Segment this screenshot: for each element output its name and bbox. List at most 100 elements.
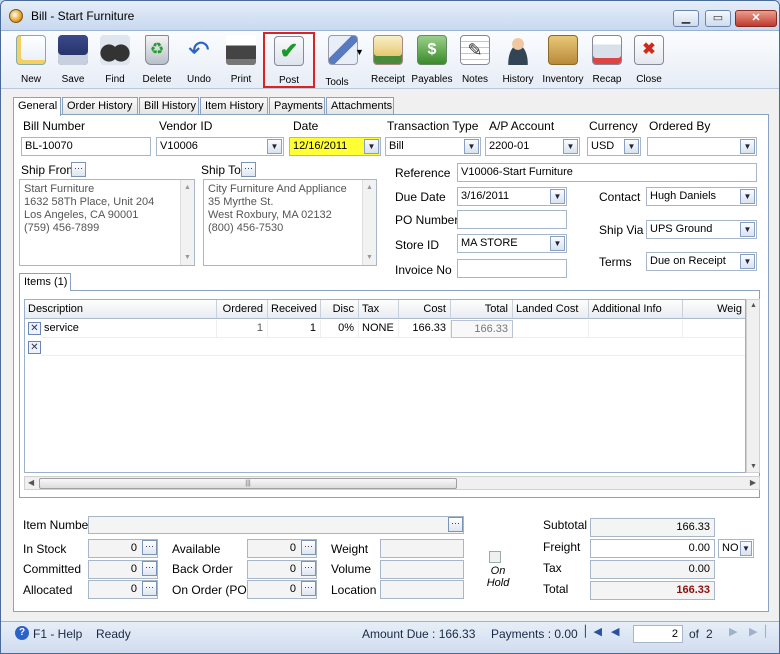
- invoice-no-field[interactable]: [457, 259, 567, 278]
- help-icon[interactable]: ?: [15, 626, 29, 640]
- in-stock-ellipsis-button[interactable]: ···: [142, 540, 157, 555]
- next-record-icon[interactable]: ▶: [729, 625, 737, 638]
- print-button[interactable]: Print: [221, 33, 261, 87]
- ship-from-address[interactable]: Start Furniture 1632 58Th Place, Unit 20…: [19, 179, 195, 266]
- ship-to-ellipsis-button[interactable]: ···: [241, 162, 256, 177]
- column-landed-cost[interactable]: Landed Cost: [513, 300, 589, 319]
- allocated-ellipsis-button[interactable]: ···: [142, 581, 157, 596]
- column-weight[interactable]: Weig: [683, 300, 745, 319]
- column-ordered[interactable]: Ordered: [217, 300, 268, 319]
- on-order-ellipsis-button[interactable]: ···: [301, 581, 316, 596]
- terms-dropdown-icon[interactable]: ▼: [740, 254, 755, 269]
- cell-description[interactable]: service: [41, 320, 217, 338]
- store-id-dropdown-icon[interactable]: ▼: [550, 236, 565, 251]
- inventory-button[interactable]: Inventory: [541, 33, 585, 87]
- ap-account-dropdown-icon[interactable]: ▼: [563, 139, 578, 154]
- vendor-id-dropdown-icon[interactable]: ▼: [267, 139, 282, 154]
- contact-field[interactable]: Hugh Daniels ▼: [646, 187, 757, 206]
- column-total[interactable]: Total: [451, 300, 513, 319]
- cell-cost[interactable]: 166.33: [399, 320, 451, 338]
- item-number-ellipsis-button[interactable]: ···: [448, 517, 463, 532]
- freight-flag-dropdown-icon[interactable]: ▼: [740, 541, 752, 556]
- vendor-id-field[interactable]: V10006 ▼: [156, 137, 284, 156]
- window-close-button[interactable]: ✕: [735, 10, 777, 27]
- tab-item-history[interactable]: Item History: [200, 97, 268, 115]
- ship-via-field[interactable]: UPS Ground ▼: [646, 220, 757, 239]
- ship-from-ellipsis-button[interactable]: ···: [71, 162, 86, 177]
- column-additional-info[interactable]: Additional Info: [589, 300, 683, 319]
- po-number-field[interactable]: [457, 210, 567, 229]
- receipt-button[interactable]: Receipt: [369, 33, 407, 87]
- payables-button[interactable]: $ Payables: [411, 33, 453, 87]
- due-date-field[interactable]: 3/16/2011 ▼: [457, 187, 567, 206]
- ordered-by-dropdown-icon[interactable]: ▼: [740, 139, 755, 154]
- scroll-up-icon[interactable]: ▲: [750, 302, 757, 309]
- terms-field[interactable]: Due on Receipt ▼: [646, 252, 757, 271]
- back-order-ellipsis-button[interactable]: ···: [301, 561, 316, 576]
- freight-flag-select[interactable]: NO ▼: [718, 539, 754, 558]
- tools-dropdown-arrow-icon[interactable]: ▼: [355, 47, 364, 57]
- column-description[interactable]: Description: [25, 300, 217, 319]
- date-field[interactable]: 12/16/2011 ▼: [289, 137, 381, 156]
- first-record-icon[interactable]: ▏◀: [585, 625, 602, 638]
- freight-field[interactable]: 0.00: [590, 539, 715, 558]
- reference-field[interactable]: V10006-Start Furniture: [457, 163, 757, 182]
- close-button[interactable]: ✖ Close: [629, 33, 669, 87]
- ship-to-scrollbar[interactable]: [362, 180, 376, 265]
- ship-from-scrollbar[interactable]: [180, 180, 194, 265]
- maximize-button[interactable]: ▭: [705, 10, 731, 27]
- on-hold-checkbox[interactable]: [489, 551, 501, 563]
- ship-via-dropdown-icon[interactable]: ▼: [740, 222, 755, 237]
- new-row-x-icon[interactable]: ✕: [28, 341, 41, 354]
- cell-landed-cost[interactable]: [513, 320, 589, 338]
- previous-record-icon[interactable]: ◀: [611, 625, 619, 638]
- cell-weight[interactable]: [683, 320, 745, 338]
- new-button[interactable]: New: [11, 33, 51, 87]
- committed-ellipsis-button[interactable]: ···: [142, 561, 157, 576]
- history-button[interactable]: History: [497, 33, 539, 87]
- tools-button[interactable]: ▼ Tools: [317, 33, 369, 88]
- due-date-dropdown-icon[interactable]: ▼: [550, 189, 565, 204]
- notes-button[interactable]: ✎ Notes: [457, 33, 493, 87]
- tab-general[interactable]: General: [13, 97, 61, 116]
- cell-total[interactable]: 166.33: [451, 320, 513, 338]
- minimize-button[interactable]: ▁: [673, 10, 699, 27]
- help-text[interactable]: F1 - Help: [33, 627, 82, 641]
- delete-row-x-icon[interactable]: ✕: [28, 322, 41, 335]
- cell-additional-info[interactable]: [589, 320, 683, 338]
- grid-vertical-scrollbar[interactable]: ▲ ▼: [746, 299, 760, 473]
- currency-dropdown-icon[interactable]: ▼: [624, 139, 639, 154]
- ap-account-field[interactable]: 2200-01 ▼: [485, 137, 580, 156]
- page-number-input[interactable]: 2: [633, 625, 683, 643]
- delete-button[interactable]: ♻ Delete: [137, 33, 177, 87]
- ship-to-address[interactable]: City Furniture And Appliance 35 Myrthe S…: [203, 179, 377, 266]
- save-button[interactable]: Save: [53, 33, 93, 87]
- column-received[interactable]: Received: [268, 300, 321, 319]
- store-id-field[interactable]: MA STORE ▼: [457, 234, 567, 253]
- bill-number-field[interactable]: BL-10070: [21, 137, 151, 156]
- horizontal-scroll-thumb[interactable]: |||: [39, 478, 457, 489]
- column-disc[interactable]: Disc: [321, 300, 359, 319]
- scroll-right-icon[interactable]: ▶: [750, 478, 756, 487]
- transaction-type-field[interactable]: Bill ▼: [385, 137, 481, 156]
- ordered-by-field[interactable]: ▼: [647, 137, 757, 156]
- available-ellipsis-button[interactable]: ···: [301, 540, 316, 555]
- tab-bill-history[interactable]: Bill History: [139, 97, 199, 115]
- column-cost[interactable]: Cost: [399, 300, 451, 319]
- column-tax[interactable]: Tax: [359, 300, 399, 319]
- last-record-icon[interactable]: ▶▕: [749, 625, 766, 638]
- tab-attachments[interactable]: Attachments: [326, 97, 394, 115]
- new-row-cell[interactable]: [41, 338, 745, 356]
- tab-payments[interactable]: Payments: [269, 97, 325, 115]
- contact-dropdown-icon[interactable]: ▼: [740, 189, 755, 204]
- tab-items[interactable]: Items (1): [19, 273, 71, 291]
- find-button[interactable]: Find: [95, 33, 135, 87]
- tab-order-history[interactable]: Order History: [62, 97, 138, 115]
- cell-disc[interactable]: 0%: [321, 320, 359, 338]
- cell-ordered[interactable]: 1: [217, 320, 268, 338]
- cell-tax[interactable]: NONE: [359, 320, 399, 338]
- undo-button[interactable]: ↶ Undo: [179, 33, 219, 87]
- transaction-type-dropdown-icon[interactable]: ▼: [464, 139, 479, 154]
- currency-field[interactable]: USD ▼: [587, 137, 641, 156]
- scroll-down-icon[interactable]: ▼: [750, 463, 757, 470]
